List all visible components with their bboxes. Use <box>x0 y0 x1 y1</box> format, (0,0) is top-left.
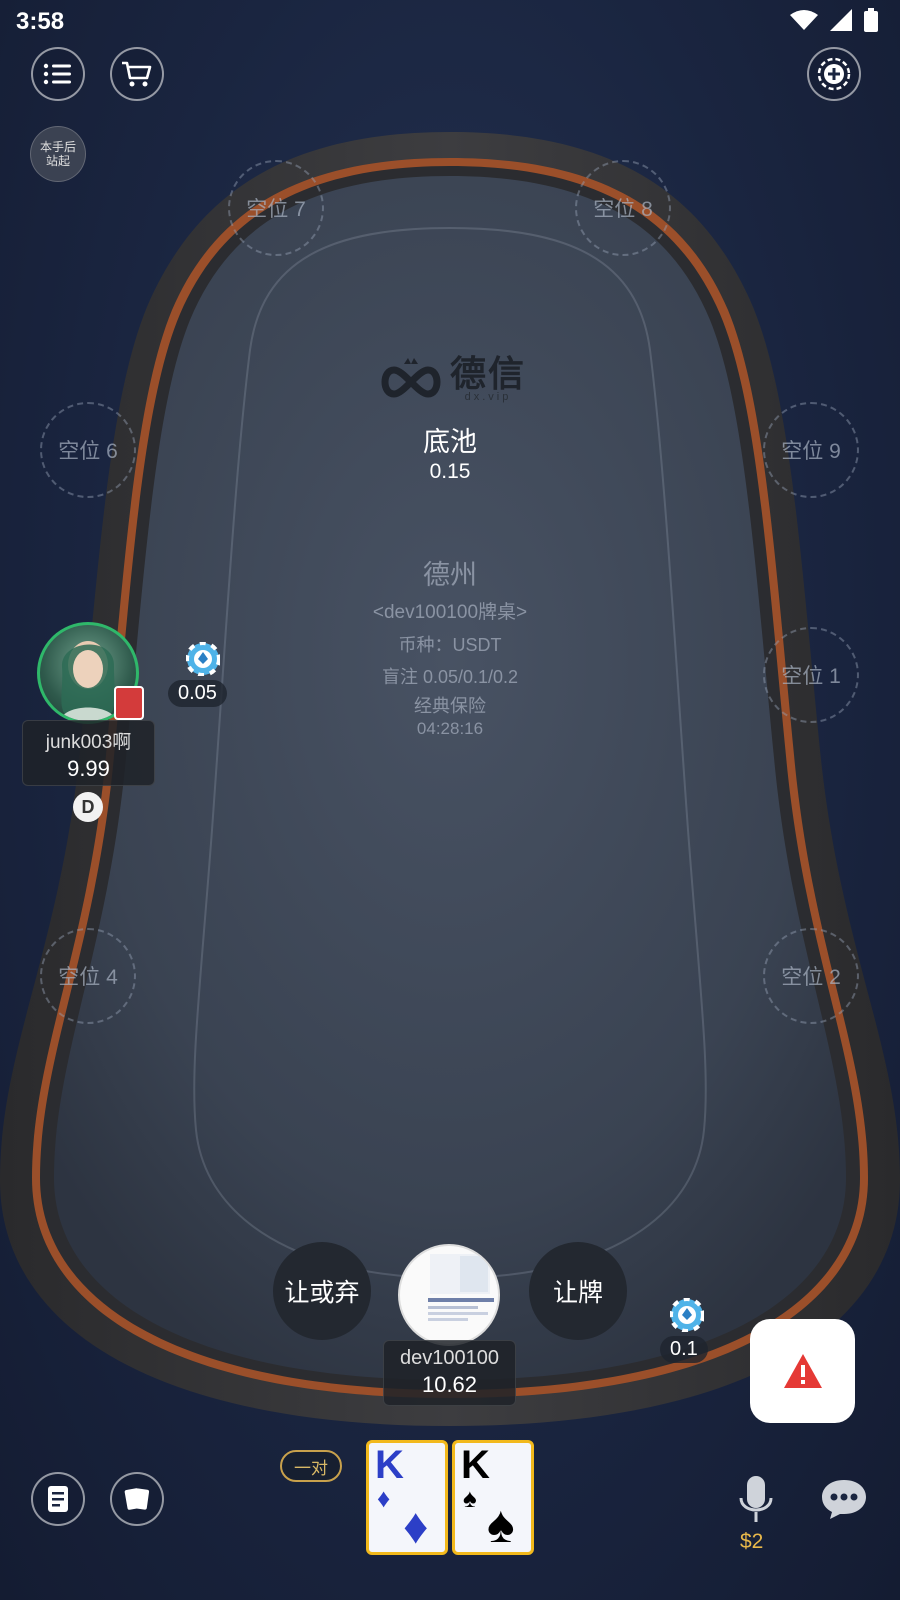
chip-plus-icon <box>817 57 851 91</box>
seat-7-label: 空位 7 <box>246 198 306 221</box>
hero-bet-amount: 0.1 <box>660 1336 708 1363</box>
opponent-chip-icon <box>186 642 220 676</box>
seat-2-label: 空位 2 <box>781 966 841 989</box>
hero-name: dev100100 <box>400 1347 499 1369</box>
opponent-name: junk003啊 <box>45 732 132 753</box>
cards-icon <box>124 1488 150 1510</box>
hand-history-button[interactable] <box>31 1472 85 1526</box>
check-label: 让牌 <box>552 1279 603 1307</box>
microphone-icon <box>739 1476 773 1522</box>
hand-rank-badge: 一对 <box>280 1450 342 1482</box>
card-1-large-suit: ♦ <box>403 1498 429 1554</box>
hole-card-2: K ♠ ♠ <box>452 1440 534 1555</box>
wifi-icon <box>790 10 818 30</box>
logo-subtext: dx.vip <box>464 391 512 403</box>
menu-button[interactable] <box>31 47 85 101</box>
voice-button[interactable] <box>738 1476 774 1531</box>
hand-rank-label: 一对 <box>294 1458 328 1478</box>
check-or-fold-label: 让或弃 <box>284 1279 360 1307</box>
warning-icon <box>783 1354 822 1388</box>
opponent-stack: 9.99 <box>67 756 110 781</box>
hero-chip-icon <box>670 1298 704 1332</box>
empty-seat-4[interactable]: 空位 4 <box>40 928 136 1024</box>
list-icon <box>43 63 71 85</box>
dealer-label: D <box>81 796 95 817</box>
status-time: 3:58 <box>16 8 65 35</box>
shop-button[interactable] <box>110 47 164 101</box>
hero-namebox: dev100100 10.62 <box>383 1340 516 1406</box>
chat-button[interactable] <box>820 1478 868 1525</box>
voice-cost: $2 <box>740 1530 764 1553</box>
check-or-fold-button[interactable]: 让或弃 <box>273 1242 371 1340</box>
hero-avatar[interactable] <box>398 1244 500 1346</box>
infinity-logo-icon <box>381 357 441 398</box>
card-1-small-suit: ♦ <box>377 1483 391 1513</box>
seat-4-label: 空位 4 <box>58 966 118 989</box>
card-2-large-suit: ♠ <box>487 1496 515 1554</box>
logo-text: 德信 <box>450 353 527 394</box>
empty-seat-7[interactable]: 空位 7 <box>228 160 324 256</box>
report-button[interactable] <box>750 1319 855 1423</box>
card-2-rank: K <box>461 1443 490 1487</box>
pot-value: 0.15 <box>429 460 471 483</box>
table-logo: 德信 dx.vip <box>376 356 526 403</box>
seat-8-label: 空位 8 <box>593 198 653 221</box>
hero-stack: 10.62 <box>421 1372 478 1397</box>
signal-icon <box>830 9 852 31</box>
table-name: <dev100100牌桌> <box>372 602 528 623</box>
document-icon <box>48 1486 68 1512</box>
hole-card-1: K ♦ ♦ <box>366 1440 448 1555</box>
opponent-namebox: junk003啊 9.99 <box>22 720 155 786</box>
check-button[interactable]: 让牌 <box>529 1242 627 1340</box>
opponent-bet-amount: 0.05 <box>168 680 227 707</box>
card-style-button[interactable] <box>110 1472 164 1526</box>
pot-label: 底池 <box>423 427 477 457</box>
dealer-button: D <box>73 792 103 822</box>
card-2-small-suit: ♠ <box>463 1483 477 1513</box>
empty-seat-8[interactable]: 空位 8 <box>575 160 671 256</box>
battery-icon <box>864 8 878 32</box>
screenshot-thumbnail-icon <box>428 1254 494 1321</box>
chat-bubble-icon <box>822 1480 866 1519</box>
game-name: 德州 <box>423 560 477 590</box>
card-1-rank: K <box>375 1443 404 1487</box>
status-icons <box>790 8 878 32</box>
cart-icon <box>122 61 152 87</box>
empty-seat-2[interactable]: 空位 2 <box>763 928 859 1024</box>
opponent-cards-icon <box>114 686 144 720</box>
add-chips-button[interactable] <box>807 47 861 101</box>
